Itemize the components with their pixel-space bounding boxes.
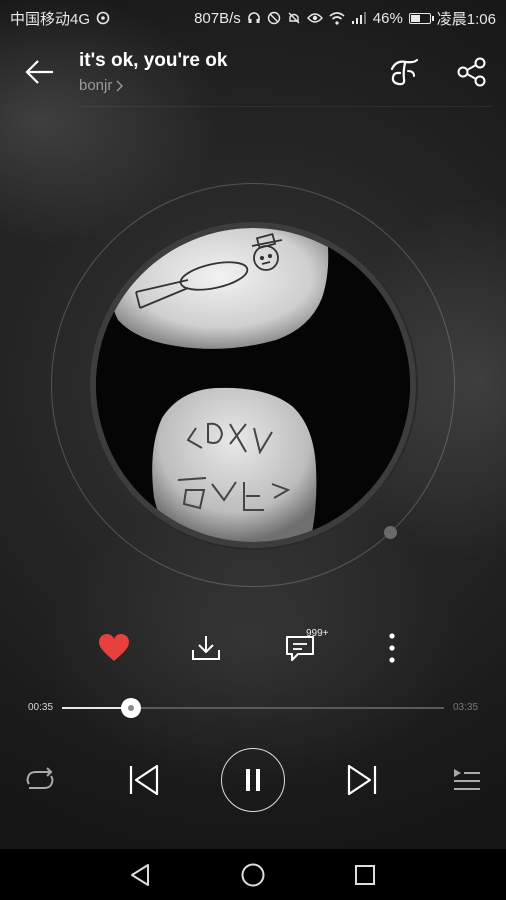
wifi-icon (329, 11, 345, 25)
comment-count-badge: 999+ (306, 628, 329, 639)
album-art-image (96, 228, 410, 542)
headphone-icon (247, 11, 261, 25)
share-icon (457, 57, 486, 87)
playlist-icon (454, 769, 480, 790)
pause-icon (246, 769, 260, 791)
like-button[interactable] (90, 622, 138, 674)
total-time: 03:35 (453, 702, 479, 713)
seek-bar[interactable] (62, 698, 444, 718)
more-button[interactable] (368, 622, 416, 674)
chevron-right-icon (116, 80, 124, 91)
current-time: 00:35 (28, 702, 54, 713)
nav-back-icon (131, 864, 149, 886)
album-cover[interactable] (96, 228, 410, 542)
download-icon (192, 636, 220, 660)
battery-icon (408, 12, 434, 24)
battery-percent: 46% (372, 9, 403, 27)
artist-link[interactable]: bonjr (79, 77, 124, 94)
disc-progress-knob[interactable] (384, 526, 397, 539)
more-vertical-icon (389, 633, 395, 663)
system-nav-bar (0, 849, 506, 900)
nav-back-button[interactable] (121, 859, 161, 891)
status-bar: 中国移动4G 807B/s 46% 凌晨1:06 (0, 0, 506, 36)
back-arrow-icon (25, 60, 53, 84)
player-header: it's ok, you're ok bonjr (0, 44, 506, 104)
nav-recents-button[interactable] (345, 859, 385, 891)
vibrate-icon (267, 11, 281, 25)
next-button[interactable] (340, 762, 384, 798)
eye-icon (306, 12, 323, 24)
repeat-button[interactable] (20, 762, 60, 798)
sync-icon (96, 11, 110, 25)
song-tone-button[interactable] (384, 52, 424, 92)
header-divider (79, 106, 492, 107)
next-icon (347, 764, 377, 796)
nav-home-button[interactable] (233, 859, 273, 891)
nav-home-icon (241, 863, 265, 887)
song-title: it's ok, you're ok (79, 50, 228, 71)
progress-row: 00:35 03:35 (0, 698, 506, 718)
signal-icon (351, 11, 367, 25)
artist-name: bonjr (79, 77, 113, 94)
download-button[interactable] (182, 622, 230, 674)
previous-button[interactable] (122, 762, 166, 798)
playlist-button[interactable] (446, 762, 486, 798)
previous-icon (129, 764, 159, 796)
mute-icon (287, 11, 301, 25)
transport-controls (0, 746, 506, 816)
song-actions-bar (0, 622, 506, 678)
carrier-label: 中国移动4G (10, 10, 91, 28)
net-speed-label: 807B/s (194, 9, 241, 27)
play-pause-button[interactable] (221, 748, 285, 812)
share-button[interactable] (452, 52, 492, 92)
back-button[interactable] (20, 54, 60, 90)
seek-thumb[interactable] (120, 698, 141, 718)
repeat-icon (26, 767, 54, 789)
song-tone-icon (390, 58, 419, 86)
heart-icon (99, 634, 129, 661)
clock: 凌晨1:06 (436, 10, 496, 28)
nav-recents-icon (355, 865, 375, 885)
